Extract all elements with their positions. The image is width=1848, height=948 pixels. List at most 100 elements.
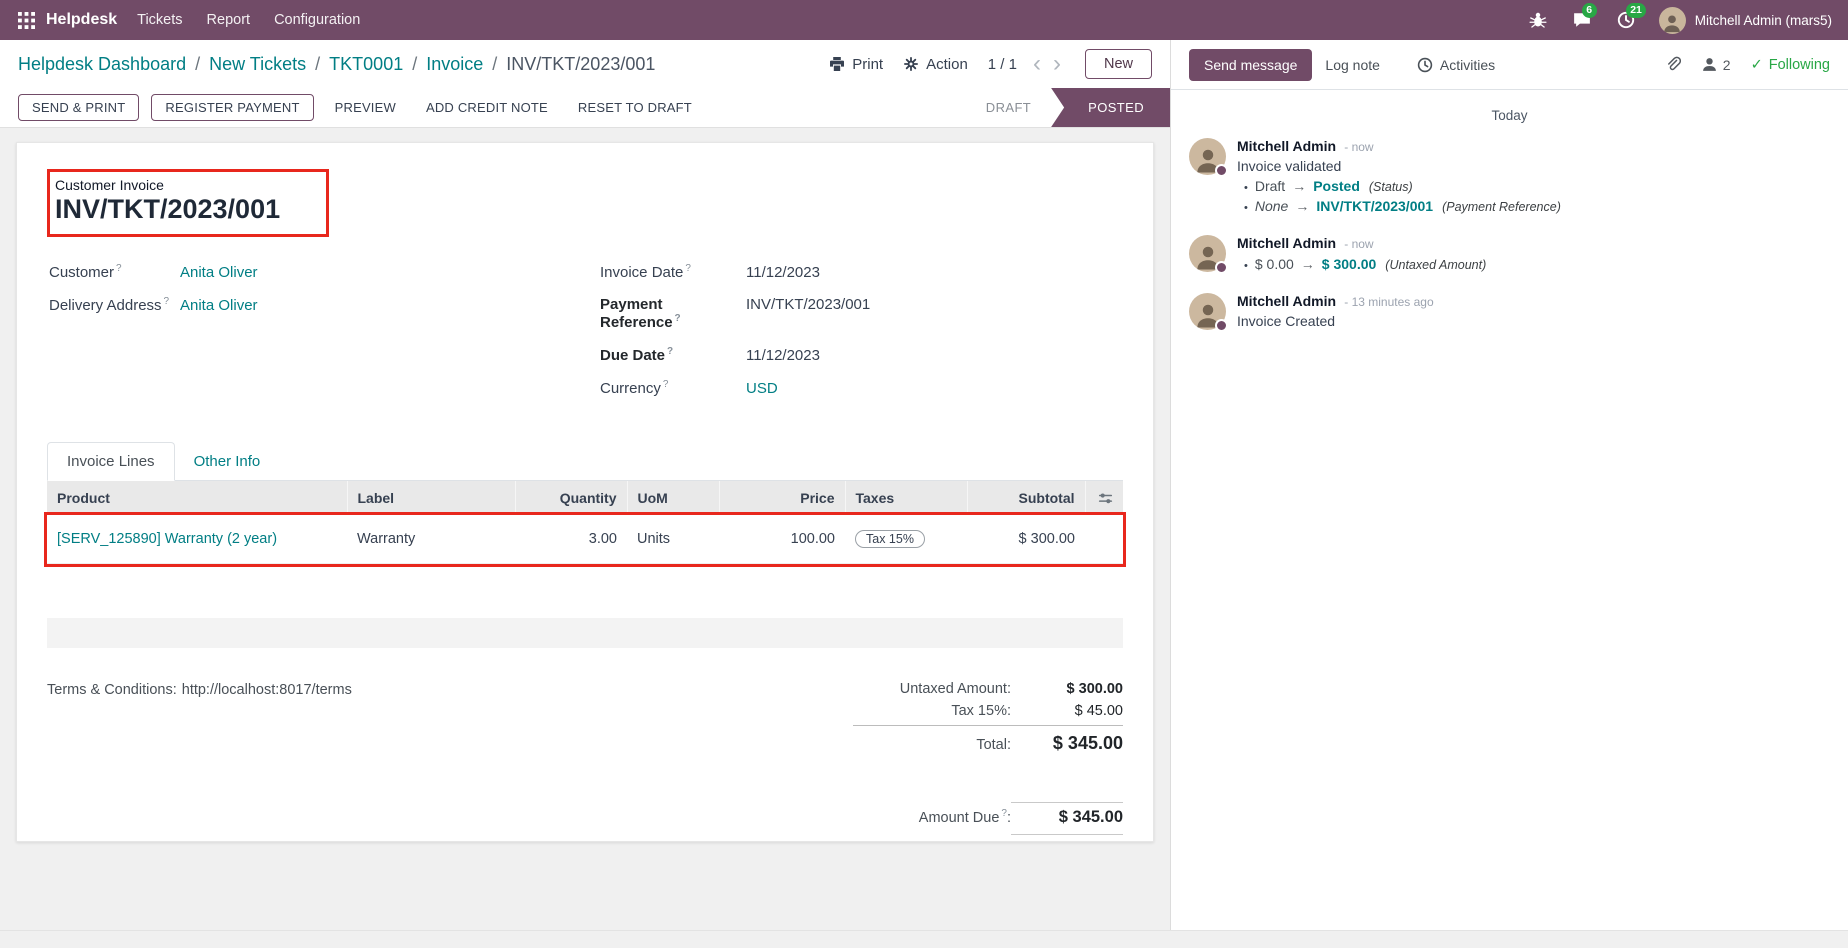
document-type-label: Customer Invoice — [55, 177, 302, 193]
send-message-button[interactable]: Send message — [1189, 49, 1312, 81]
apps-grid-icon[interactable] — [10, 4, 42, 36]
currency-value[interactable]: USD — [746, 380, 778, 397]
breadcrumb-helpdesk-dashboard[interactable]: Helpdesk Dashboard — [18, 54, 186, 75]
pager-value: 1 / 1 — [988, 56, 1017, 73]
breadcrumb-separator: / — [412, 54, 417, 75]
column-product[interactable]: Product — [47, 481, 347, 515]
clock-icon — [1417, 57, 1433, 73]
table-header-row: Product Label Quantity UoM Price Taxes S… — [47, 481, 1123, 515]
terms-label: Terms & Conditions: — [47, 682, 177, 698]
breadcrumb-new-tickets[interactable]: New Tickets — [209, 54, 306, 75]
state-draft[interactable]: DRAFT — [966, 88, 1051, 127]
pager-previous-icon[interactable]: ‹ — [1029, 54, 1045, 73]
attachment-paperclip-icon[interactable] — [1664, 56, 1681, 73]
chatter-tools: 2 ✓ Following — [1664, 56, 1830, 73]
reset-to-draft-button[interactable]: RESET TO DRAFT — [569, 95, 701, 120]
line-price: 100.00 — [719, 515, 845, 564]
tracking-change: • None → INV/TKT/2023/001 (Payment Refer… — [1237, 198, 1561, 214]
systray: 6 21 Mitchell Admin (mars5) — [1527, 7, 1832, 34]
message: Mitchell Admin now Invoice validated • D… — [1189, 138, 1830, 214]
column-subtotal[interactable]: Subtotal — [967, 481, 1085, 515]
horizontal-scrollbar[interactable] — [0, 930, 1848, 948]
currency-label: Currency? — [600, 379, 746, 397]
top-navbar: Helpdesk Tickets Report Configuration 6 … — [0, 0, 1848, 40]
message: Mitchell Admin 13 minutes ago Invoice Cr… — [1189, 293, 1830, 330]
printer-icon — [829, 56, 845, 72]
activities-clock-icon[interactable]: 21 — [1615, 9, 1637, 31]
customer-value[interactable]: Anita Oliver — [180, 264, 258, 281]
tax-tag: Tax 15% — [855, 530, 925, 548]
message-body: Invoice Created — [1237, 313, 1434, 329]
delivery-address-value[interactable]: Anita Oliver — [180, 297, 258, 314]
app-name[interactable]: Helpdesk — [46, 11, 117, 29]
amount-due-label: Amount Due?: — [919, 808, 1011, 826]
column-price[interactable]: Price — [719, 481, 845, 515]
state-posted[interactable]: POSTED — [1051, 88, 1170, 127]
breadcrumb-invoice[interactable]: Invoice — [426, 54, 483, 75]
field-currency: Currency? USD — [600, 379, 1123, 397]
column-taxes[interactable]: Taxes — [845, 481, 967, 515]
followers-button[interactable]: 2 — [1701, 56, 1731, 73]
column-quantity[interactable]: Quantity — [515, 481, 627, 515]
send-print-button[interactable]: SEND & PRINT — [18, 94, 139, 121]
bullet-icon: • — [1244, 182, 1248, 194]
tracking-change: • $ 0.00 → $ 300.00 (Untaxed Amount) — [1237, 256, 1486, 272]
tab-other-info[interactable]: Other Info — [175, 442, 280, 480]
activities-button[interactable]: Activities — [1417, 57, 1495, 73]
control-panel-actions: Print Action 1 / 1 ‹ › New — [829, 49, 1152, 79]
online-status-dot — [1215, 261, 1228, 274]
message-author[interactable]: Mitchell Admin — [1237, 138, 1336, 154]
form-pane: Helpdesk Dashboard / New Tickets / TKT00… — [0, 40, 1170, 930]
debug-bug-icon[interactable] — [1527, 9, 1549, 31]
action-label: Action — [926, 56, 968, 73]
preview-button[interactable]: PREVIEW — [326, 95, 405, 120]
invoice-date-value[interactable]: 11/12/2023 — [746, 264, 820, 281]
payment-reference-value[interactable]: INV/TKT/2023/001 — [746, 296, 870, 313]
user-menu[interactable]: Mitchell Admin (mars5) — [1659, 7, 1832, 34]
follower-person-icon — [1701, 56, 1718, 73]
untaxed-amount-row: Untaxed Amount: $ 300.00 — [853, 678, 1123, 700]
log-note-button[interactable]: Log note — [1312, 49, 1393, 81]
due-date-value[interactable]: 11/12/2023 — [746, 347, 820, 364]
delivery-address-label: Delivery Address? — [49, 296, 180, 314]
menu-report[interactable]: Report — [195, 0, 263, 40]
message-header: Mitchell Admin now — [1237, 138, 1561, 155]
invoice-line-row[interactable]: [SERV_125890] Warranty (2 year) Warranty… — [47, 515, 1123, 564]
menu-tickets[interactable]: Tickets — [125, 0, 194, 40]
chatter-header: Send message Log note Activities 2 ✓ — [1171, 40, 1848, 90]
menu-configuration[interactable]: Configuration — [262, 0, 372, 40]
bullet-icon: • — [1244, 260, 1248, 272]
print-button[interactable]: Print — [829, 56, 883, 73]
sheet-footer: Terms & Conditions: http://localhost:8017… — [47, 678, 1123, 838]
old-value: Draft — [1255, 178, 1285, 194]
line-product[interactable]: [SERV_125890] Warranty (2 year) — [57, 531, 277, 547]
tax-label: Tax 15%: — [951, 703, 1011, 719]
form-statusbar-row: SEND & PRINT REGISTER PAYMENT PREVIEW AD… — [0, 88, 1170, 128]
untaxed-amount-label: Untaxed Amount: — [900, 681, 1011, 697]
tax-row: Tax 15%: $ 45.00 — [853, 700, 1123, 722]
arrow-right-icon: → — [1292, 178, 1306, 194]
terms-url[interactable]: http://localhost:8017/terms — [182, 682, 352, 698]
column-label[interactable]: Label — [347, 481, 515, 515]
check-icon: ✓ — [1751, 57, 1763, 73]
old-value: None — [1255, 198, 1288, 214]
action-button[interactable]: Action — [903, 56, 968, 73]
column-uom[interactable]: UoM — [627, 481, 719, 515]
message-author[interactable]: Mitchell Admin — [1237, 235, 1336, 251]
messages-icon[interactable]: 6 — [1571, 9, 1593, 31]
tab-invoice-lines[interactable]: Invoice Lines — [47, 442, 175, 481]
pager-next-icon[interactable]: › — [1049, 54, 1065, 73]
register-payment-button[interactable]: REGISTER PAYMENT — [151, 94, 313, 121]
breadcrumb-ticket[interactable]: TKT0001 — [329, 54, 403, 75]
field-invoice-date: Invoice Date? 11/12/2023 — [600, 263, 1123, 281]
new-button[interactable]: New — [1085, 49, 1152, 79]
following-button[interactable]: ✓ Following — [1751, 57, 1830, 73]
statusbar: DRAFT POSTED — [966, 88, 1170, 127]
empty-section-band — [47, 618, 1123, 648]
add-credit-note-button[interactable]: ADD CREDIT NOTE — [417, 95, 557, 120]
content-area: Customer Invoice INV/TKT/2023/001 Custom… — [0, 128, 1170, 930]
message-author[interactable]: Mitchell Admin — [1237, 293, 1336, 309]
total-label: Total: — [976, 737, 1011, 753]
bullet-icon: • — [1244, 202, 1248, 214]
optional-columns-icon[interactable] — [1098, 491, 1113, 506]
